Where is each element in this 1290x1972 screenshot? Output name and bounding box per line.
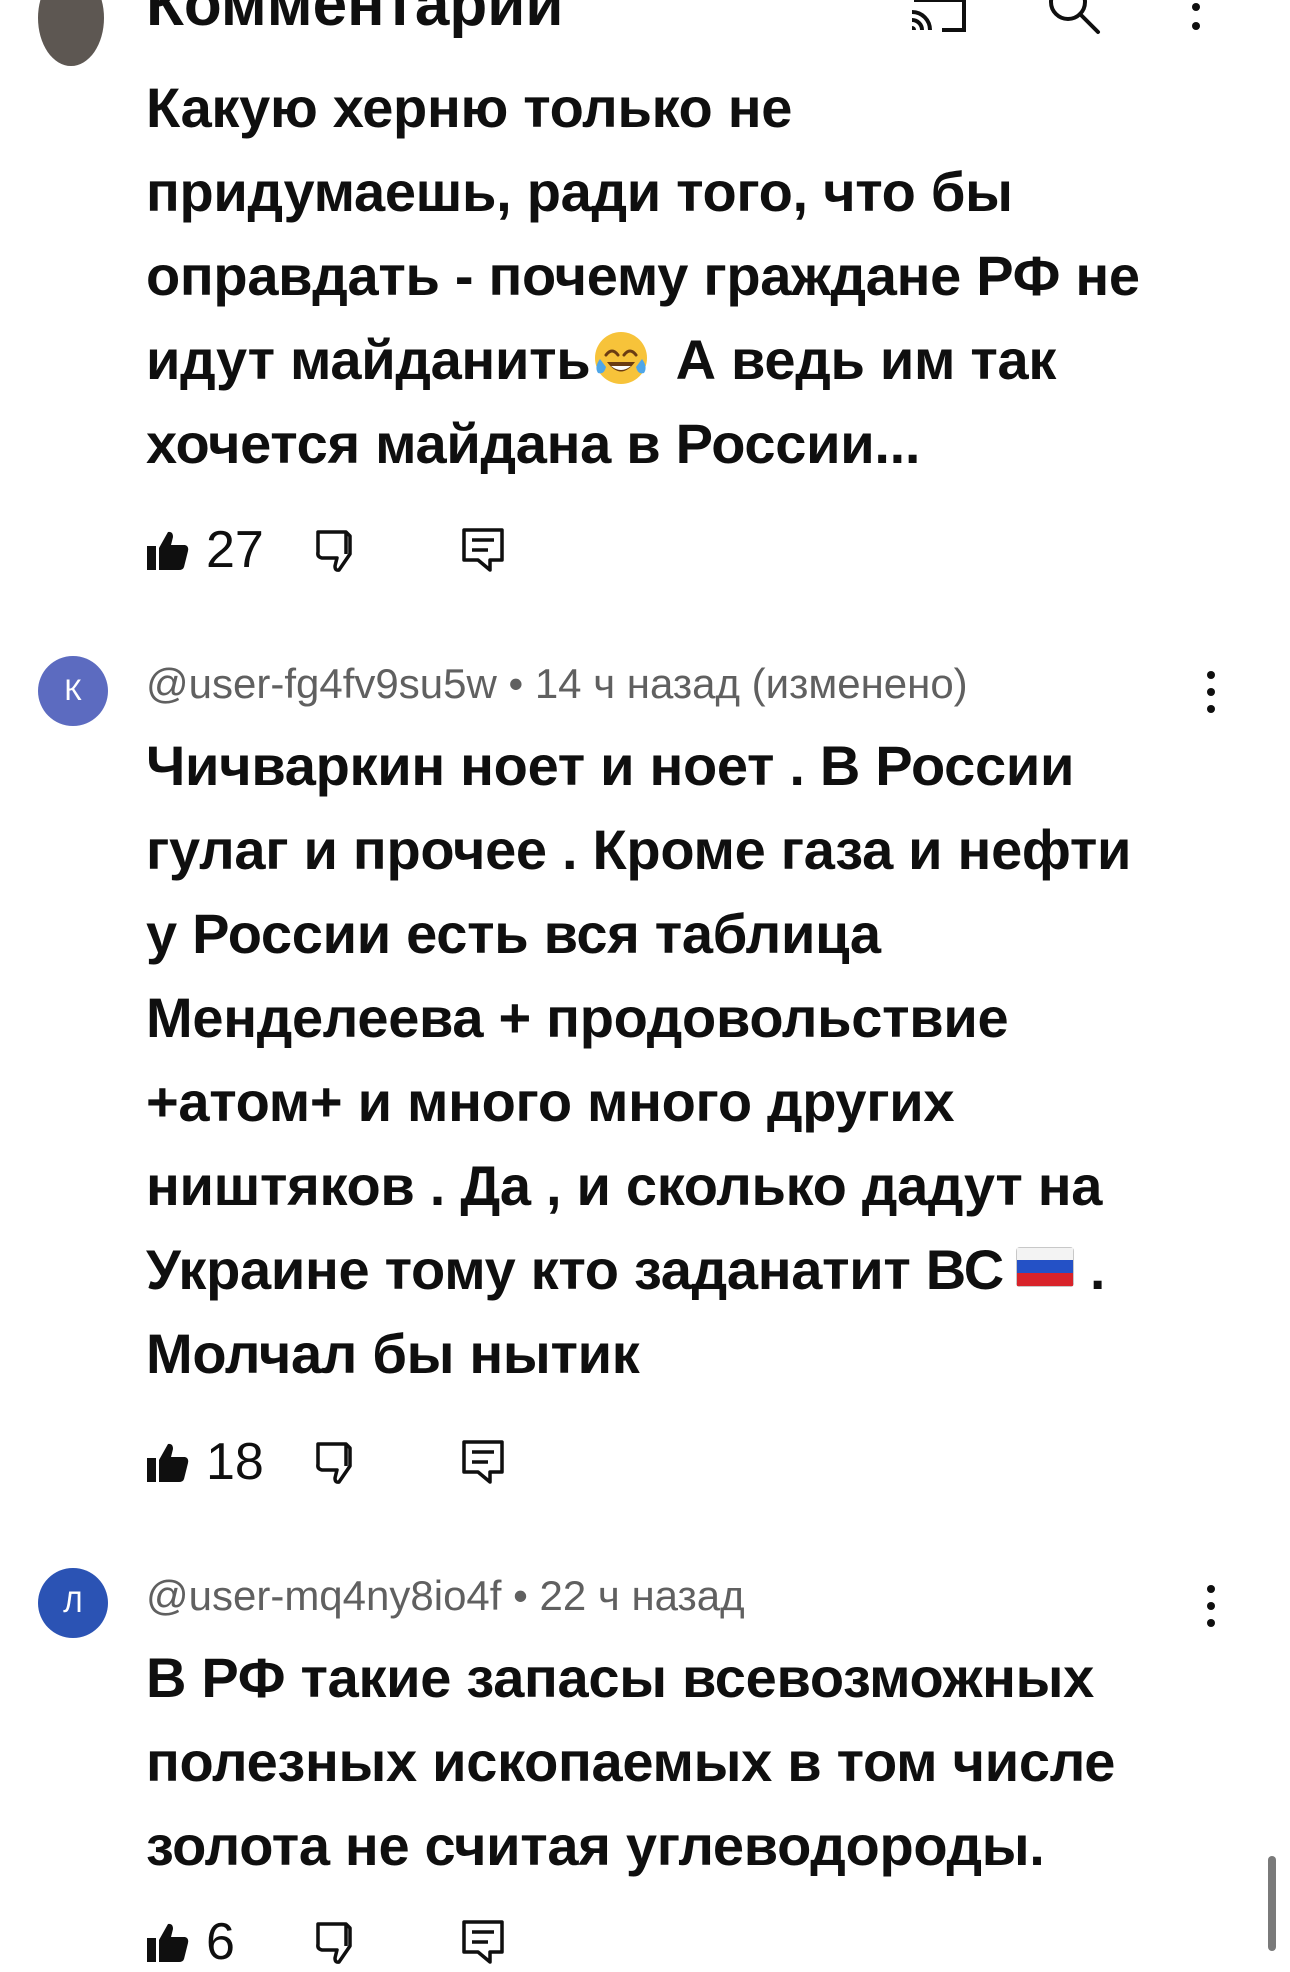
like-count: 27	[206, 521, 264, 579]
reply-icon[interactable]	[460, 1918, 506, 1966]
thumbs-down-icon[interactable]	[312, 1438, 360, 1486]
like-count: 18	[206, 1433, 264, 1491]
like-button[interactable]: 6	[146, 1912, 235, 1972]
comment-actions: 6	[146, 1912, 566, 1972]
scrollbar[interactable]	[1268, 1856, 1276, 1951]
comment-text: Чичваркин ноет и ноет . В России гулаг и…	[146, 734, 1132, 1385]
panel-header: Комментарии	[0, 0, 1290, 39]
avatar[interactable]: Л	[38, 1568, 108, 1638]
comment-actions: 27	[146, 520, 566, 580]
comment-meta[interactable]: @user-mq4ny8io4f • 22 ч назад	[146, 1572, 745, 1620]
reply-icon[interactable]	[460, 526, 506, 574]
like-button[interactable]: 18	[146, 1432, 264, 1492]
laughing-emoji-icon	[595, 332, 648, 384]
thumbs-down-icon[interactable]	[312, 526, 360, 574]
panel-title: Комментарии	[146, 0, 564, 39]
thumbs-up-icon	[147, 531, 189, 570]
comment-meta[interactable]: @user-fg4fv9su5w • 14 ч назад (изменено)	[146, 660, 968, 708]
comment-more-icon[interactable]	[1200, 668, 1222, 716]
like-button[interactable]: 27	[146, 520, 264, 580]
search-icon[interactable]	[1046, 0, 1102, 36]
like-count: 6	[206, 1913, 235, 1971]
avatar[interactable]	[38, 0, 104, 66]
cast-icon[interactable]	[908, 0, 970, 34]
comment-text: В РФ такие запасы всевозможных полезных …	[146, 1646, 1116, 1877]
russia-flag-icon	[1015, 1247, 1074, 1287]
thumbs-down-icon[interactable]	[312, 1918, 360, 1966]
comment-text: Какую херню только не придумаешь, ради т…	[146, 76, 1140, 475]
avatar[interactable]: К	[38, 656, 108, 726]
thumbs-up-icon	[147, 1443, 189, 1482]
comment-actions: 18	[146, 1432, 566, 1492]
reply-icon[interactable]	[460, 1438, 506, 1486]
thumbs-up-icon	[147, 1923, 189, 1962]
comment-more-icon[interactable]	[1200, 1582, 1222, 1630]
more-vert-icon[interactable]	[1184, 0, 1208, 34]
